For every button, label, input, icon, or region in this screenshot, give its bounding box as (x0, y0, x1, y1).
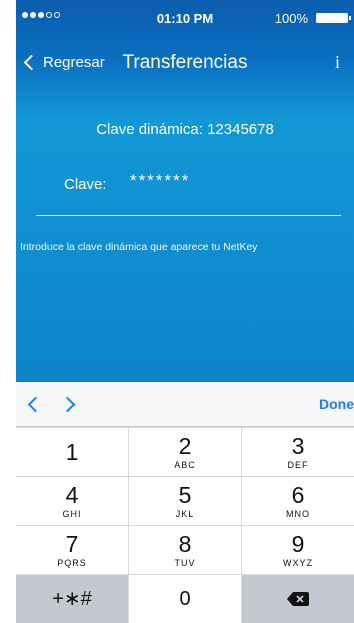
key-letters: DEF (287, 460, 309, 470)
key-digit: 1 (65, 439, 79, 465)
key-2[interactable]: 2 ABC (129, 428, 241, 476)
previous-field-icon[interactable] (27, 396, 44, 413)
keyboard-accessory-bar: Done (16, 382, 354, 427)
key-symbols[interactable]: +∗# (16, 575, 128, 623)
dynamic-key-label: Clave dinámica: 12345678 (96, 121, 274, 138)
key-digit: 9 (291, 531, 305, 557)
key-letters: PQRS (57, 558, 87, 568)
key-digit: 4 (65, 482, 79, 508)
done-button[interactable]: Done (319, 396, 354, 412)
key-letters: TUV (174, 558, 196, 568)
app-background: 01:10 PM 100% Regresar Transferencias i … (16, 0, 354, 382)
key-letters: ABC (174, 460, 196, 470)
key-letters: MNO (286, 509, 310, 519)
info-button[interactable]: i (335, 52, 340, 73)
key-digit: 2 (178, 433, 192, 459)
page-title: Transferencias (122, 52, 248, 73)
key-0-label: 0 (179, 588, 191, 610)
key-6[interactable]: 6 MNO (242, 477, 354, 525)
key-0[interactable]: 0 (129, 575, 241, 623)
nav-bar: Regresar Transferencias i (16, 40, 354, 84)
status-bar: 01:10 PM 100% (16, 0, 354, 36)
key-symbols-label: +∗# (52, 588, 92, 610)
battery-percent: 100% (274, 11, 308, 26)
key-8[interactable]: 8 TUV (129, 526, 241, 574)
key-digit: 6 (291, 482, 305, 508)
clave-input[interactable]: ******* (130, 171, 190, 191)
hint-text: Introduce la clave dinámica que aparece … (20, 241, 258, 253)
keypad: +∗# 0 1 2 ABC 3 DEF 4 GHI 5 JKL 6 MNO 7 PQRS 8 TUV 9 WXY… (16, 427, 354, 623)
clave-label: Clave: (64, 176, 107, 193)
key-7[interactable]: 7 PQRS (16, 526, 128, 574)
key-digit: 7 (65, 531, 79, 557)
key-4[interactable]: 4 GHI (16, 477, 128, 525)
key-letters: GHI (62, 509, 82, 519)
key-digit: 5 (178, 482, 192, 508)
battery-icon (316, 13, 351, 23)
key-letters: WXYZ (283, 558, 313, 568)
key-digit: 8 (178, 531, 192, 557)
key-delete[interactable] (242, 575, 354, 623)
phone-screen: 01:10 PM 100% Regresar Transferencias i … (16, 0, 354, 623)
input-underline (36, 215, 341, 216)
next-field-icon[interactable] (59, 396, 76, 413)
key-digit: 3 (291, 433, 305, 459)
key-3[interactable]: 3 DEF (242, 428, 354, 476)
numeric-keyboard: Done +∗# 0 1 2 ABC 3 DEF 4 GHI 5 JKL 6 MNO 7 PQRS 8 TU… (16, 382, 354, 623)
backspace-icon (287, 592, 309, 606)
key-5[interactable]: 5 JKL (129, 477, 241, 525)
key-1[interactable]: 1 (16, 428, 128, 476)
key-9[interactable]: 9 WXYZ (242, 526, 354, 574)
key-letters: JKL (175, 509, 195, 519)
